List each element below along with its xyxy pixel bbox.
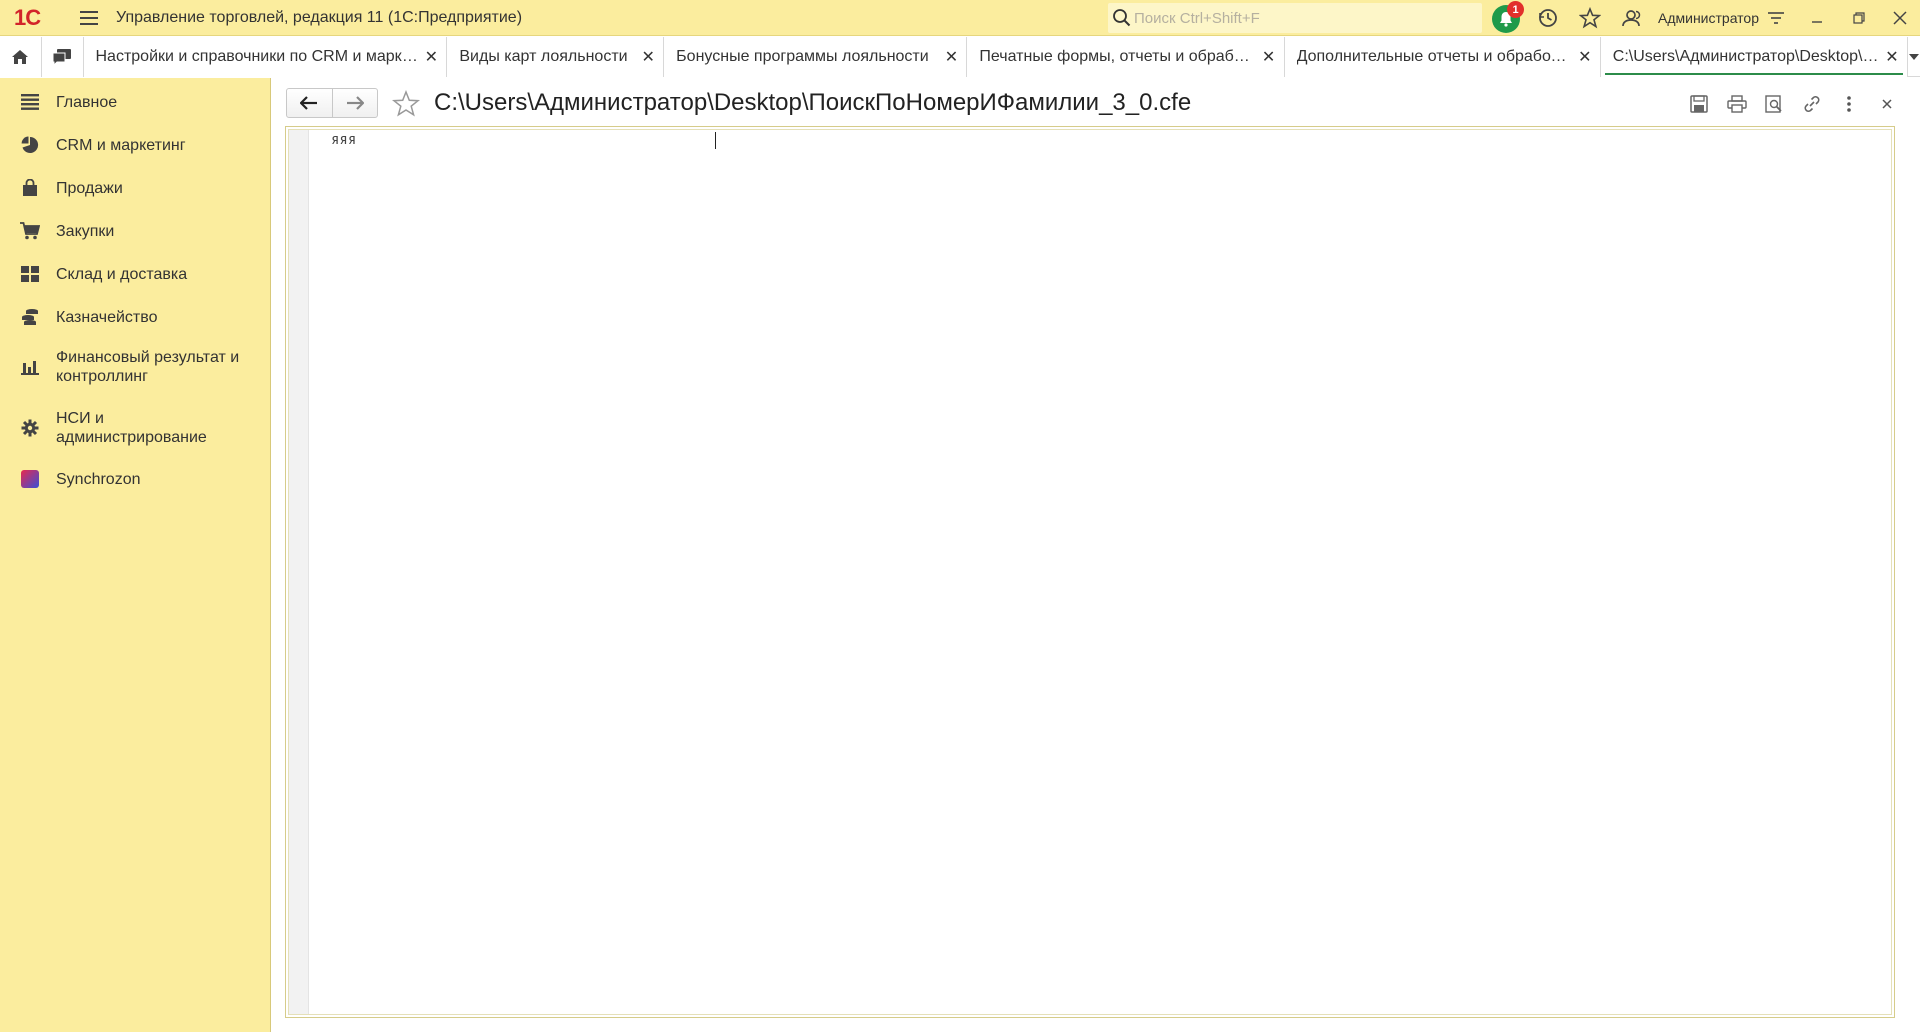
forward-button[interactable] <box>331 89 378 117</box>
sidebar-item-treasury[interactable]: Казначейство <box>0 305 271 329</box>
chevron-down-icon <box>1909 53 1919 60</box>
back-button[interactable] <box>287 89 332 117</box>
tab-label: Виды карт лояльности <box>459 48 628 65</box>
app-logo[interactable]: 1С <box>14 5 54 31</box>
tab-bonus-programs[interactable]: Бонусные программы лояльности ✕ <box>664 37 968 77</box>
tab-loyalty-card-types[interactable]: Виды карт лояльности ✕ <box>447 37 665 77</box>
notification-badge: 1 <box>1507 1 1524 18</box>
minimize-icon[interactable] <box>1803 4 1831 32</box>
settings-menu-icon[interactable] <box>1762 4 1790 32</box>
list-icon <box>19 91 41 113</box>
sidebar-item-label: Склад и доставка <box>56 265 188 283</box>
editor-gutter <box>289 130 309 1014</box>
shopping-bag-icon <box>19 177 41 199</box>
document-title: C:\Users\Администратор\Desktop\ПоискПоНо… <box>434 89 1192 116</box>
close-icon <box>1882 99 1892 109</box>
gear-icon <box>19 417 41 439</box>
sidebar-item-label: НСИ и администрирование <box>56 410 207 446</box>
discussions-tab[interactable] <box>41 37 84 77</box>
sidebar-item-label: Synchrozon <box>56 470 141 488</box>
tabs-dropdown-button[interactable] <box>1908 37 1920 76</box>
sidebar-item-label: Продажи <box>56 179 123 197</box>
history-nav <box>286 88 378 118</box>
sidebar-item-label: Финансовый результат и контроллинг <box>56 349 240 385</box>
preview-icon <box>1765 95 1782 113</box>
sidebar-item-label: Главное <box>56 93 118 111</box>
text-editor[interactable]: яяя <box>288 129 1892 1015</box>
bar-chart-icon <box>19 356 41 378</box>
arrow-right-icon <box>346 96 364 110</box>
tabs-bar: Настройки и справочники по CRM и маркети… <box>0 37 1920 77</box>
link-icon <box>1804 96 1820 112</box>
sidebar-item-label: CRM и маркетинг <box>56 136 186 154</box>
copy-link-button[interactable] <box>1799 92 1825 116</box>
cart-icon <box>19 220 41 242</box>
close-tab-icon[interactable]: ✕ <box>1262 47 1276 67</box>
sidebar-item-warehouse[interactable]: Склад и доставка <box>0 262 271 286</box>
tab-cfe-file[interactable]: C:\Users\Администратор\Desktop\ПоискПоНо… <box>1600 37 1908 77</box>
restore-icon[interactable] <box>1845 4 1873 32</box>
save-icon <box>1690 95 1708 113</box>
close-tab-icon[interactable]: ✕ <box>424 47 438 67</box>
tab-print-forms[interactable]: Печатные формы, отчеты и обработки ✕ <box>967 37 1285 77</box>
coins-icon <box>19 306 41 328</box>
sections-sidebar: Главное CRM и маркетинг Продажи Закупки … <box>0 78 271 1032</box>
favorites-star-icon[interactable] <box>1578 6 1602 30</box>
pie-chart-icon <box>19 134 41 156</box>
current-user[interactable]: Администратор <box>1658 10 1759 26</box>
print-button[interactable] <box>1724 92 1750 116</box>
chat-icon <box>52 49 72 67</box>
home-tab[interactable] <box>0 37 42 77</box>
text-editor-frame: яяя <box>285 126 1895 1018</box>
search-icon <box>1113 9 1131 27</box>
add-to-favorites-button[interactable] <box>391 89 421 119</box>
sidebar-item-financial-result[interactable]: Финансовый результат и контроллинг <box>0 347 271 387</box>
history-icon[interactable] <box>1536 6 1560 30</box>
editor-content[interactable]: яяя <box>331 132 356 148</box>
sidebar-item-purchases[interactable]: Закупки <box>0 219 271 243</box>
sidebar-item-main[interactable]: Главное <box>0 90 271 114</box>
text-caret <box>715 132 716 149</box>
synchrozon-icon <box>19 468 41 490</box>
printer-icon <box>1727 95 1747 113</box>
close-tab-icon[interactable]: ✕ <box>1885 47 1899 67</box>
tab-label: Дополнительные отчеты и обработки <box>1296 48 1572 65</box>
arrow-left-icon <box>300 96 318 110</box>
preview-button[interactable] <box>1761 92 1787 116</box>
main-menu-icon[interactable] <box>80 7 102 29</box>
search-box[interactable] <box>1108 3 1482 33</box>
close-window-icon[interactable] <box>1886 4 1914 32</box>
tab-additional-reports[interactable]: Дополнительные отчеты и обработки ✕ <box>1284 37 1601 77</box>
search-input[interactable] <box>1134 9 1474 27</box>
save-button[interactable] <box>1686 92 1712 116</box>
sidebar-item-label: Закупки <box>56 222 115 240</box>
title-bar: 1С Управление торговлей, редакция 11 (1С… <box>0 0 1920 36</box>
tab-label: Печатные формы, отчеты и обработки <box>979 48 1256 65</box>
tab-label: Настройки и справочники по CRM и маркети… <box>95 48 419 65</box>
sidebar-item-crm[interactable]: CRM и маркетинг <box>0 133 271 157</box>
more-vertical-icon <box>1847 96 1851 112</box>
users-icon[interactable] <box>1620 6 1644 30</box>
main-content: C:\Users\Администратор\Desktop\ПоискПоНо… <box>272 78 1920 1032</box>
logo-text: 1С <box>14 4 41 30</box>
close-tab-icon[interactable]: ✕ <box>1578 47 1592 67</box>
star-icon <box>392 90 420 117</box>
sidebar-item-synchrozon[interactable]: Synchrozon <box>0 467 271 491</box>
close-tab-icon[interactable]: ✕ <box>944 47 958 67</box>
more-actions-button[interactable] <box>1836 92 1862 116</box>
close-form-button[interactable] <box>1874 92 1900 116</box>
tab-crm-settings[interactable]: Настройки и справочники по CRM и маркети… <box>83 37 448 77</box>
tab-label: C:\Users\Администратор\Desktop\ПоискПоНо… <box>1612 48 1879 65</box>
sidebar-item-admin[interactable]: НСИ и администрирование <box>0 408 271 448</box>
tab-label: Бонусные программы лояльности <box>676 48 929 65</box>
home-icon <box>12 50 29 64</box>
warehouse-grid-icon <box>19 263 41 285</box>
form-toolbar: C:\Users\Администратор\Desktop\ПоискПоНо… <box>286 88 1916 120</box>
notifications-button[interactable]: 1 <box>1490 1 1524 33</box>
close-tab-icon[interactable]: ✕ <box>641 47 655 67</box>
sidebar-item-label: Казначейство <box>56 308 158 326</box>
sidebar-item-sales[interactable]: Продажи <box>0 176 271 200</box>
app-title: Управление торговлей, редакция 11 (1С:Пр… <box>116 8 523 26</box>
